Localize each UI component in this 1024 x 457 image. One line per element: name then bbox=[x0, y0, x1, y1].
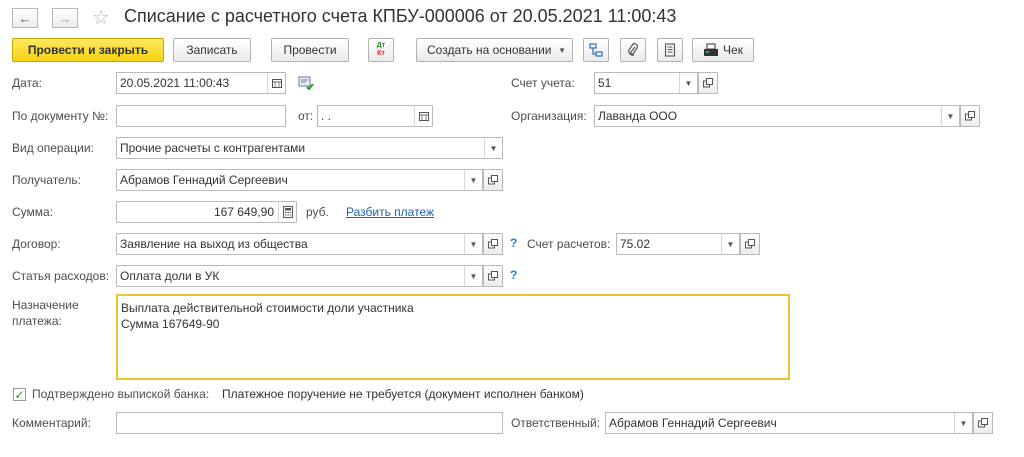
responsible-field[interactable]: Абрамов Геннадий Сергеевич ▼ bbox=[605, 412, 973, 434]
open-window-icon bbox=[488, 175, 498, 185]
arrow-left-icon: ← bbox=[18, 10, 32, 26]
open-window-icon bbox=[965, 111, 975, 121]
save-button[interactable]: Записать bbox=[173, 38, 251, 62]
recipient-label: Получатель: bbox=[12, 173, 81, 187]
cheque-button[interactable]: Чек bbox=[692, 38, 754, 62]
arrow-right-icon: → bbox=[58, 10, 72, 26]
purpose-label-line2: платежа: bbox=[12, 314, 62, 328]
account-field[interactable]: 51 ▼ bbox=[594, 72, 698, 94]
doc-date-field[interactable]: . . bbox=[317, 105, 433, 127]
contract-help-icon[interactable]: ? bbox=[510, 236, 517, 250]
document-icon bbox=[664, 43, 676, 57]
currency-label: руб. bbox=[306, 205, 329, 219]
paperclip-icon bbox=[628, 43, 638, 56]
attach-button[interactable] bbox=[620, 38, 646, 62]
open-window-icon bbox=[488, 271, 498, 281]
chevron-down-icon[interactable]: ▼ bbox=[679, 73, 697, 93]
date-value: 20.05.2021 11:00:43 bbox=[120, 76, 230, 90]
split-payment-link[interactable]: Разбить платеж bbox=[346, 205, 434, 219]
favorite-star-icon[interactable]: ☆ bbox=[92, 5, 110, 30]
bank-confirmed-checkbox[interactable]: ✓ bbox=[13, 388, 26, 401]
page-title: Списание с расчетного счета КПБУ-000006 … bbox=[124, 6, 677, 26]
contract-value: Заявление на выход из общества bbox=[120, 237, 308, 251]
chevron-down-icon[interactable]: ▼ bbox=[464, 170, 482, 190]
purpose-label-line1: Назначение bbox=[12, 298, 79, 312]
open-account-button[interactable] bbox=[698, 72, 718, 94]
amount-field[interactable]: 167 649,90 bbox=[116, 201, 297, 223]
contract-field[interactable]: Заявление на выход из общества ▼ bbox=[116, 233, 483, 255]
doc-number-label: По документу №: bbox=[12, 109, 109, 123]
account-label: Счет учета: bbox=[511, 76, 575, 90]
chevron-down-icon[interactable]: ▼ bbox=[954, 413, 972, 433]
hierarchy-icon bbox=[589, 43, 603, 57]
open-responsible-button[interactable] bbox=[973, 412, 993, 434]
comment-field[interactable] bbox=[116, 412, 503, 434]
expense-help-icon[interactable]: ? bbox=[510, 268, 517, 282]
settlement-account-label: Счет расчетов: bbox=[527, 237, 611, 251]
account-value: 51 bbox=[598, 76, 612, 90]
payment-purpose-textarea[interactable]: Выплата действительной стоимости доли уч… bbox=[116, 294, 790, 380]
organization-label: Организация: bbox=[511, 109, 587, 123]
open-window-icon bbox=[745, 239, 755, 249]
calculator-icon[interactable] bbox=[278, 202, 296, 222]
chevron-down-icon[interactable]: ▼ bbox=[464, 266, 482, 286]
bank-confirmed-label: Подтверждено выпиской банка: bbox=[32, 387, 210, 401]
comment-label: Комментарий: bbox=[12, 416, 91, 430]
chevron-down-icon[interactable]: ▼ bbox=[941, 106, 959, 126]
dt-kt-icon: Дт Кт bbox=[376, 42, 386, 57]
post-button[interactable]: Провести bbox=[271, 38, 349, 62]
chevron-down-icon: ▼ bbox=[558, 45, 566, 55]
open-recipient-button[interactable] bbox=[483, 169, 503, 191]
operation-type-field[interactable]: Прочие расчеты с контрагентами ▼ bbox=[116, 137, 503, 159]
chevron-down-icon[interactable]: ▼ bbox=[484, 138, 502, 158]
print-list-button[interactable] bbox=[657, 38, 683, 62]
dt-kt-button[interactable]: Дт Кт bbox=[368, 38, 394, 62]
open-settlement-account-button[interactable] bbox=[740, 233, 760, 255]
amount-value: 167 649,90 bbox=[213, 205, 274, 219]
calculator-icon[interactable] bbox=[298, 75, 314, 94]
operation-type-value: Прочие расчеты с контрагентами bbox=[120, 141, 306, 155]
doc-number-field[interactable] bbox=[116, 105, 286, 127]
chevron-down-icon[interactable]: ▼ bbox=[464, 234, 482, 254]
open-expense-item-button[interactable] bbox=[483, 265, 503, 287]
create-based-on-button[interactable]: Создать на основании ▼ bbox=[416, 38, 573, 62]
organization-value: Лаванда ООО bbox=[598, 109, 678, 123]
open-contract-button[interactable] bbox=[483, 233, 503, 255]
doc-date-value: . . bbox=[321, 109, 332, 123]
recipient-field[interactable]: Абрамов Геннадий Сергеевич ▼ bbox=[116, 169, 483, 191]
amount-label: Сумма: bbox=[12, 205, 54, 219]
contract-label: Договор: bbox=[12, 237, 61, 251]
structure-button[interactable] bbox=[583, 38, 609, 62]
chevron-down-icon[interactable]: ▼ bbox=[721, 234, 739, 254]
operation-type-label: Вид операции: bbox=[12, 141, 94, 155]
doc-date-label: от: bbox=[298, 109, 314, 123]
organization-field[interactable]: Лаванда ООО ▼ bbox=[594, 105, 960, 127]
recipient-value: Абрамов Геннадий Сергеевич bbox=[120, 173, 288, 187]
checkmark-icon: ✓ bbox=[14, 387, 25, 402]
cash-register-icon bbox=[704, 43, 719, 56]
settlement-account-field[interactable]: 75.02 ▼ bbox=[616, 233, 740, 255]
calendar-icon[interactable] bbox=[267, 73, 285, 93]
forward-button[interactable]: → bbox=[52, 8, 78, 28]
responsible-label: Ответственный: bbox=[511, 416, 601, 430]
expense-item-field[interactable]: Оплата доли в УК ▼ bbox=[116, 265, 483, 287]
open-window-icon bbox=[978, 418, 988, 428]
expense-item-value: Оплата доли в УК bbox=[120, 269, 220, 283]
open-window-icon bbox=[488, 239, 498, 249]
bank-note-text: Платежное поручение не требуется (докуме… bbox=[222, 387, 584, 401]
date-label: Дата: bbox=[12, 76, 42, 90]
date-field[interactable]: 20.05.2021 11:00:43 bbox=[116, 72, 286, 94]
calendar-icon[interactable] bbox=[414, 106, 432, 126]
back-button[interactable]: ← bbox=[12, 8, 38, 28]
open-window-icon bbox=[703, 78, 713, 88]
open-organization-button[interactable] bbox=[960, 105, 980, 127]
responsible-value: Абрамов Геннадий Сергеевич bbox=[609, 416, 777, 430]
expense-item-label: Статья расходов: bbox=[12, 269, 110, 283]
post-and-close-button[interactable]: Провести и закрыть bbox=[12, 38, 164, 62]
settlement-account-value: 75.02 bbox=[620, 237, 651, 251]
